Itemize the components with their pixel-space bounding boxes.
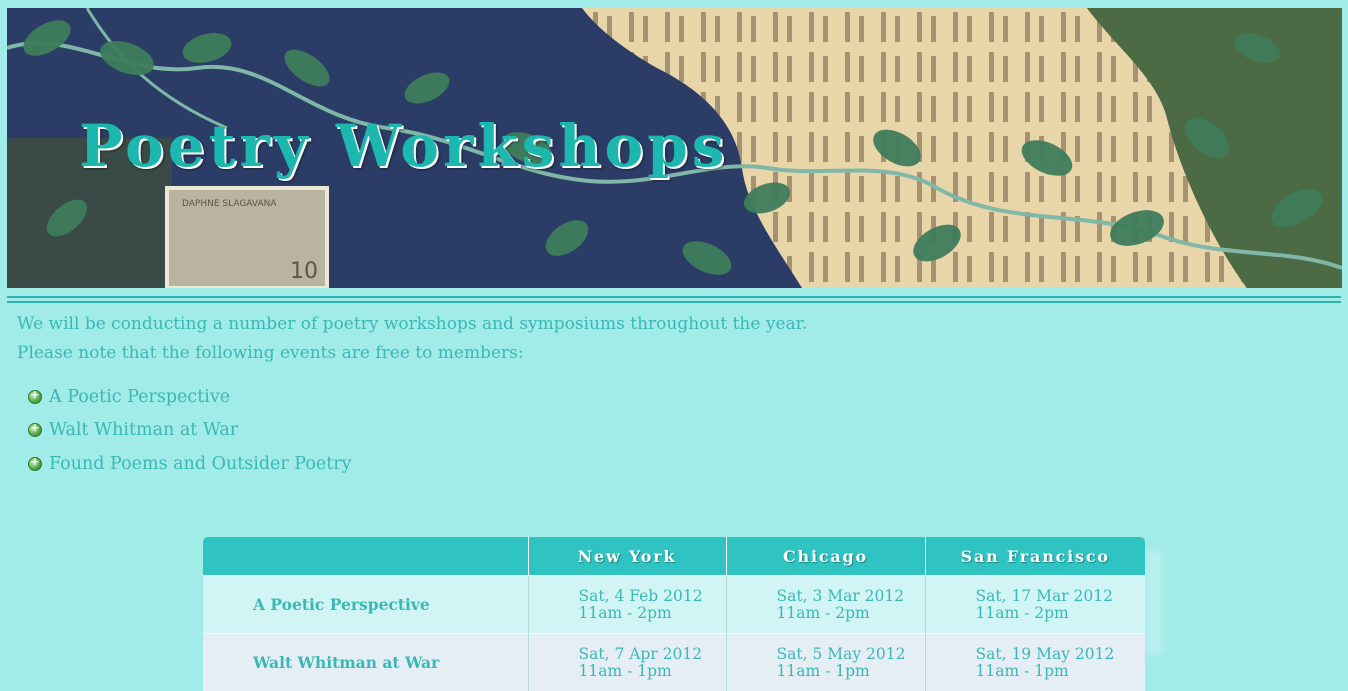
- list-item: Walt Whitman at War: [28, 414, 352, 448]
- cell-date: Sat, 7 Apr 2012: [579, 646, 726, 663]
- cell-new-york: Sat, 7 Apr 2012 11am - 1pm: [528, 634, 726, 691]
- list-item: Found Poems and Outsider Poetry: [28, 447, 352, 481]
- cell-san-francisco: Sat, 19 May 2012 11am - 1pm: [925, 634, 1145, 691]
- row-event-name: Walt Whitman at War: [203, 634, 528, 691]
- schedule-table: New York Chicago San Francisco A Poetic …: [203, 537, 1145, 691]
- header-banner: DAPHNE SLAGAVANA 10 Poetry Workshops: [7, 8, 1342, 288]
- list-item: A Poetic Perspective: [28, 380, 352, 414]
- plus-circle-icon: [28, 423, 42, 437]
- event-name: A Poetic Perspective: [49, 387, 230, 407]
- table-header-row: New York Chicago San Francisco: [203, 537, 1145, 576]
- column-header-new-york: New York: [528, 537, 726, 576]
- plus-circle-icon: [28, 390, 42, 404]
- plus-circle-icon: [28, 457, 42, 471]
- cell-time: 11am - 1pm: [777, 663, 925, 680]
- intro-text: We will be conducting a number of poetry…: [17, 310, 807, 368]
- cell-date: Sat, 4 Feb 2012: [579, 588, 726, 605]
- cell-date: Sat, 3 Mar 2012: [777, 588, 925, 605]
- cell-date: Sat, 19 May 2012: [976, 646, 1146, 663]
- stamp-value: 10: [290, 259, 318, 284]
- event-name: Walt Whitman at War: [49, 420, 238, 440]
- event-list: A Poetic Perspective Walt Whitman at War…: [28, 380, 352, 481]
- column-header-chicago: Chicago: [726, 537, 925, 576]
- cell-new-york: Sat, 4 Feb 2012 11am - 2pm: [528, 576, 726, 634]
- column-header-san-francisco: San Francisco: [925, 537, 1145, 576]
- intro-line-1: We will be conducting a number of poetry…: [17, 310, 807, 339]
- cell-chicago: Sat, 3 Mar 2012 11am - 2pm: [726, 576, 925, 634]
- column-header-event: [203, 537, 528, 576]
- cell-time: 11am - 2pm: [579, 605, 726, 622]
- table-row: Walt Whitman at War Sat, 7 Apr 2012 11am…: [203, 634, 1145, 691]
- cell-time: 11am - 2pm: [976, 605, 1146, 622]
- stamp-caption: DAPHNE SLAGAVANA: [182, 199, 277, 209]
- event-name: Found Poems and Outsider Poetry: [49, 454, 352, 474]
- cell-time: 11am - 2pm: [777, 605, 925, 622]
- table-shadow: [1145, 550, 1163, 655]
- cell-time: 11am - 1pm: [579, 663, 726, 680]
- cell-chicago: Sat, 5 May 2012 11am - 1pm: [726, 634, 925, 691]
- intro-line-2: Please note that the following events ar…: [17, 339, 807, 368]
- cell-date: Sat, 5 May 2012: [777, 646, 925, 663]
- page-title: Poetry Workshops: [79, 112, 728, 180]
- header-divider: [7, 296, 1341, 303]
- row-event-name: A Poetic Perspective: [203, 576, 528, 634]
- cell-san-francisco: Sat, 17 Mar 2012 11am - 2pm: [925, 576, 1145, 634]
- cell-time: 11am - 1pm: [976, 663, 1146, 680]
- table-row: A Poetic Perspective Sat, 4 Feb 2012 11a…: [203, 576, 1145, 634]
- cell-date: Sat, 17 Mar 2012: [976, 588, 1146, 605]
